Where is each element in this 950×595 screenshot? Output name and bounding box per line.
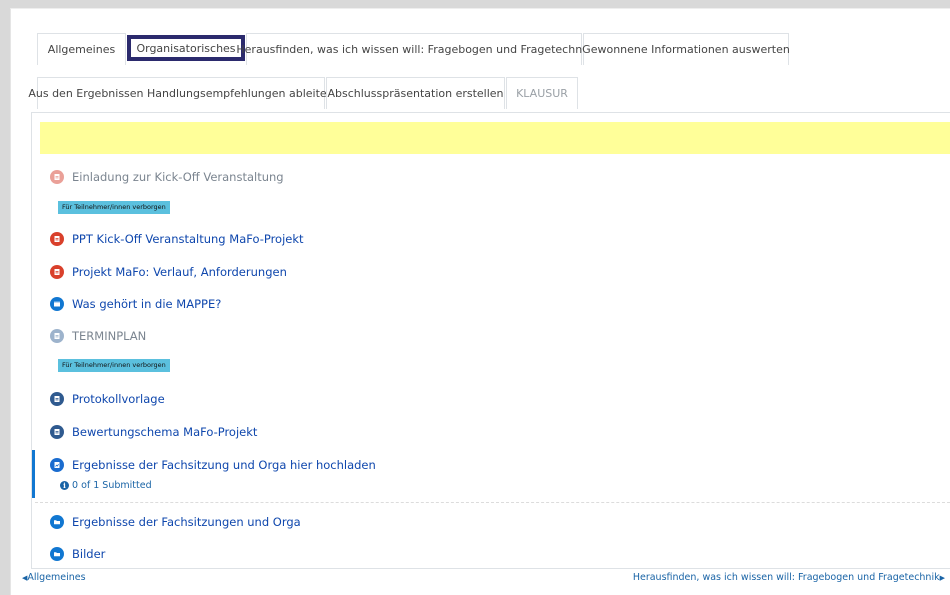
- previous-section-label: Allgemeines: [27, 572, 86, 583]
- activity-link[interactable]: Projekt MaFo: Verlauf, Anforderungen: [72, 265, 287, 279]
- tab-allgemeines[interactable]: Allgemeines: [37, 33, 126, 65]
- activity-link[interactable]: Protokollvorlage: [72, 392, 165, 406]
- page-icon: [50, 297, 64, 311]
- activity-bilder-folder[interactable]: Bilder: [50, 547, 105, 561]
- next-section-label: Herausfinden, was ich wissen will: Frage…: [632, 572, 940, 583]
- arrow-right-icon: ▶: [939, 573, 945, 582]
- assignment-icon: [50, 458, 64, 472]
- tab-handlungsempfehlungen[interactable]: Aus den Ergebnissen Handlungsempfehlunge…: [28, 77, 334, 109]
- section-tabs-row-1: Allgemeines Organisatorisches Herausfind…: [37, 33, 790, 65]
- page-icon: [50, 329, 64, 343]
- activity-link[interactable]: TERMINPLAN: [72, 329, 146, 343]
- info-icon: i: [60, 481, 69, 490]
- activity-protokollvorlage[interactable]: Protokollvorlage: [50, 392, 165, 406]
- activity-upload-assignment[interactable]: Ergebnisse der Fachsitzung und Orga hier…: [50, 458, 376, 472]
- activity-link[interactable]: Ergebnisse der Fachsitzung und Orga hier…: [72, 458, 376, 472]
- resource-icon: [50, 392, 64, 406]
- tab-fragebogen[interactable]: Herausfinden, was ich wissen will: Frage…: [236, 33, 592, 65]
- pdf-icon: [50, 265, 64, 279]
- activity-link[interactable]: Einladung zur Kick-Off Veranstaltung: [72, 170, 284, 184]
- activity-link[interactable]: Was gehört in die MAPPE?: [72, 297, 221, 311]
- current-activity-indicator: [32, 450, 35, 498]
- previous-section-link[interactable]: ◀ Allgemeines: [22, 572, 86, 583]
- activity-bewertungschema[interactable]: Bewertungschema MaFo-Projekt: [50, 425, 257, 439]
- section-content: Einladung zur Kick-Off Veranstaltung Für…: [31, 112, 950, 569]
- folder-icon: [50, 515, 64, 529]
- hidden-badge: Für Teilnehmer/innen verborgen: [58, 359, 170, 372]
- activity-link[interactable]: Ergebnisse der Fachsitzungen und Orga: [72, 515, 301, 529]
- activity-ppt-kickoff[interactable]: PPT Kick-Off Veranstaltung MaFo-Projekt: [50, 232, 304, 246]
- activity-terminplan[interactable]: TERMINPLAN: [50, 329, 146, 343]
- folder-icon: [50, 547, 64, 561]
- highlight-banner: [40, 122, 950, 154]
- divider: [35, 502, 950, 503]
- activity-projekt-mafo[interactable]: Projekt MaFo: Verlauf, Anforderungen: [50, 265, 287, 279]
- pdf-icon: [50, 170, 64, 184]
- section-tabs-row-2: Aus den Ergebnissen Handlungsempfehlunge…: [28, 77, 579, 109]
- resource-icon: [50, 425, 64, 439]
- hidden-badge: Für Teilnehmer/innen verborgen: [58, 201, 170, 214]
- submission-status-text: 0 of 1 Submitted: [72, 480, 152, 491]
- activity-ergebnisse-folder[interactable]: Ergebnisse der Fachsitzungen und Orga: [50, 515, 301, 529]
- tab-abschlusspraesentation[interactable]: Abschlusspräsentation erstellen: [326, 77, 505, 109]
- activity-einladung[interactable]: Einladung zur Kick-Off Veranstaltung: [50, 170, 284, 184]
- tab-organisatorisches[interactable]: Organisatorisches: [127, 35, 245, 61]
- activity-link[interactable]: Bilder: [72, 547, 105, 561]
- activity-mappe[interactable]: Was gehört in die MAPPE?: [50, 297, 221, 311]
- tab-informationen-auswerten[interactable]: Gewonnene Informationen auswerten: [582, 33, 790, 65]
- tab-klausur[interactable]: KLAUSUR: [506, 77, 578, 109]
- activity-link[interactable]: Bewertungschema MaFo-Projekt: [72, 425, 257, 439]
- pdf-icon: [50, 232, 64, 246]
- activity-link[interactable]: PPT Kick-Off Veranstaltung MaFo-Projekt: [72, 232, 304, 246]
- submission-status: i 0 of 1 Submitted: [60, 480, 152, 491]
- course-frame: Allgemeines Organisatorisches Herausfind…: [10, 8, 950, 595]
- next-section-link[interactable]: Herausfinden, was ich wissen will: Frage…: [633, 572, 945, 583]
